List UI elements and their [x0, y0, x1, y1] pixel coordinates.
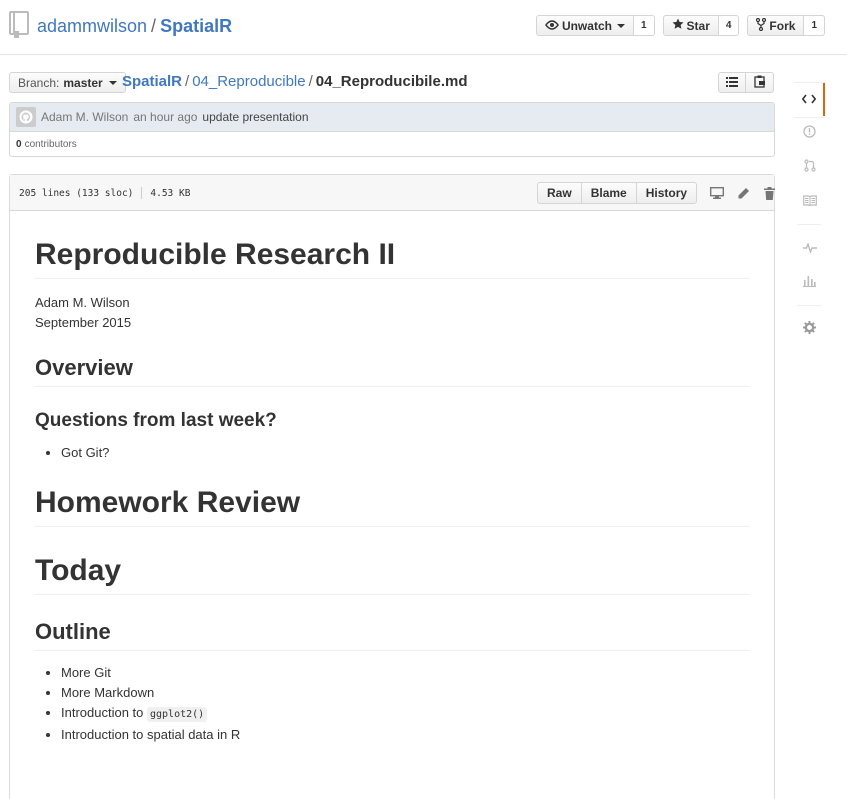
gear-icon — [803, 321, 816, 337]
sidebar-item-graphs[interactable] — [794, 265, 825, 299]
pull-request-icon — [803, 159, 816, 175]
list-item: Introduction to ggplot2() — [61, 703, 749, 725]
markdown-body: Reproducible Research II Adam M. Wilson S… — [10, 237, 774, 745]
md-heading-today: Today — [35, 553, 749, 595]
sidebar-divider — [798, 305, 821, 306]
sidebar-item-pulse[interactable] — [794, 231, 825, 265]
chevron-down-icon — [108, 80, 117, 85]
branch-selector[interactable]: Branch: master — [9, 72, 126, 93]
md-heading-homework: Homework Review — [35, 485, 749, 527]
md-list-outline: More Git More Markdown Introduction to g… — [35, 663, 749, 745]
breadcrumb-separator: / — [308, 73, 313, 90]
desktop-icon[interactable] — [709, 185, 725, 201]
sidebar-divider — [798, 224, 821, 225]
file-line-count: 205 lines (133 sloc) — [19, 187, 134, 199]
star-count[interactable]: 4 — [718, 15, 740, 36]
repo-actions: Unwatch 1 Star 4 Fork 1 — [535, 15, 825, 36]
md-author-name: Adam M. Wilson — [35, 295, 130, 310]
star-button[interactable]: Star — [662, 15, 719, 36]
trash-icon[interactable] — [761, 185, 777, 201]
pencil-icon[interactable] — [735, 185, 751, 201]
inline-code: ggplot2() — [147, 707, 208, 722]
contributors-count: 0 — [16, 139, 22, 150]
code-icon — [801, 92, 816, 107]
commit-message-link[interactable]: update presentation — [202, 110, 308, 124]
list-item: More Markdown — [61, 683, 749, 703]
repo-header: adammwilson/SpatialR Unwatch 1 Star 4 — [0, 0, 847, 55]
unwatch-button[interactable]: Unwatch — [535, 15, 634, 36]
breadcrumb: SpatialR/04_Reproducible/04_Reproducibil… — [122, 73, 468, 91]
file-size: 4.53 KB — [150, 187, 191, 199]
file-header: 205 lines (133 sloc) 4.53 KB Raw Blame H… — [10, 175, 777, 211]
sidebar-item-pull-requests[interactable] — [794, 150, 825, 184]
fork-group: Fork 1 — [747, 15, 825, 36]
md-author: Adam M. Wilson September 2015 — [35, 293, 749, 333]
file-actions: Raw Blame History — [537, 182, 777, 204]
breadcrumb-current-file: 04_Reproducibile.md — [315, 73, 468, 90]
list-item: More Git — [61, 663, 749, 683]
wiki-icon — [802, 194, 817, 209]
sidebar-item-wiki[interactable] — [794, 184, 825, 218]
md-heading-outline: Outline — [35, 619, 749, 651]
eye-icon — [545, 19, 559, 33]
clipboard-icon — [753, 75, 766, 91]
md-list-questions: Got Git? — [35, 443, 749, 463]
issue-icon — [803, 125, 816, 141]
md-title: Reproducible Research II — [35, 237, 749, 279]
breadcrumb-root-link[interactable]: SpatialR — [122, 73, 182, 90]
file-info-divider — [141, 187, 143, 199]
history-button[interactable]: History — [635, 182, 698, 204]
branch-name: master — [63, 75, 103, 90]
blame-button[interactable]: Blame — [580, 182, 637, 204]
file-view-buttons: Raw Blame History — [537, 182, 698, 204]
repo-title: adammwilson / SpatialR — [37, 15, 232, 37]
fork-count[interactable]: 1 — [804, 15, 825, 36]
repo-sidebar — [794, 82, 825, 346]
repo-title-separator: / — [151, 16, 157, 36]
file-box: 205 lines (133 sloc) 4.53 KB Raw Blame H… — [9, 174, 775, 799]
unwatch-label: Unwatch — [561, 18, 612, 33]
list-view-button[interactable] — [718, 72, 746, 93]
star-group: Star 4 — [662, 15, 740, 36]
last-commit-row: Adam M. Wilson an hour ago update presen… — [10, 103, 774, 132]
watch-count[interactable]: 1 — [633, 15, 655, 36]
star-label: Star — [686, 18, 710, 33]
list-item: Got Git? — [61, 443, 749, 463]
raw-button[interactable]: Raw — [537, 182, 582, 204]
file-info: 205 lines (133 sloc) 4.53 KB — [19, 187, 190, 199]
repo-owner-link[interactable]: adammwilson — [37, 16, 147, 36]
chevron-down-icon — [616, 23, 625, 28]
contributors-label[interactable]: contributors — [25, 139, 77, 150]
graph-icon — [803, 274, 816, 290]
fork-label: Fork — [769, 18, 796, 33]
pulse-icon — [802, 241, 817, 256]
file-nav-buttons — [718, 72, 774, 93]
star-icon — [672, 18, 684, 33]
commit-tease: Adam M. Wilson an hour ago update presen… — [9, 102, 775, 157]
list-icon — [726, 75, 738, 90]
avatar[interactable] — [16, 107, 36, 127]
sidebar-item-code[interactable] — [794, 82, 825, 118]
watch-group: Unwatch 1 — [535, 15, 655, 36]
repo-name-link[interactable]: SpatialR — [160, 16, 232, 36]
breadcrumb-separator: / — [185, 73, 190, 90]
commit-author-link[interactable]: Adam M. Wilson — [41, 110, 128, 124]
branch-prefix: Branch: — [18, 75, 60, 90]
fork-icon — [756, 17, 767, 34]
list-item-text: Introduction to — [61, 705, 147, 720]
copy-path-button[interactable] — [746, 72, 774, 93]
md-heading-overview: Overview — [35, 355, 749, 387]
breadcrumb-folder-link[interactable]: 04_Reproducible — [192, 73, 305, 90]
contributors-row: 0 contributors — [10, 132, 774, 157]
md-heading-questions: Questions from last week? — [35, 410, 277, 431]
fork-button[interactable]: Fork — [747, 15, 805, 36]
repo-icon — [9, 11, 29, 39]
sidebar-item-issues[interactable] — [794, 116, 825, 150]
list-item: Introduction to spatial data in R — [61, 725, 749, 745]
commit-time: an hour ago — [133, 110, 198, 124]
sidebar-item-settings[interactable] — [794, 312, 825, 346]
md-date: September 2015 — [35, 315, 132, 330]
